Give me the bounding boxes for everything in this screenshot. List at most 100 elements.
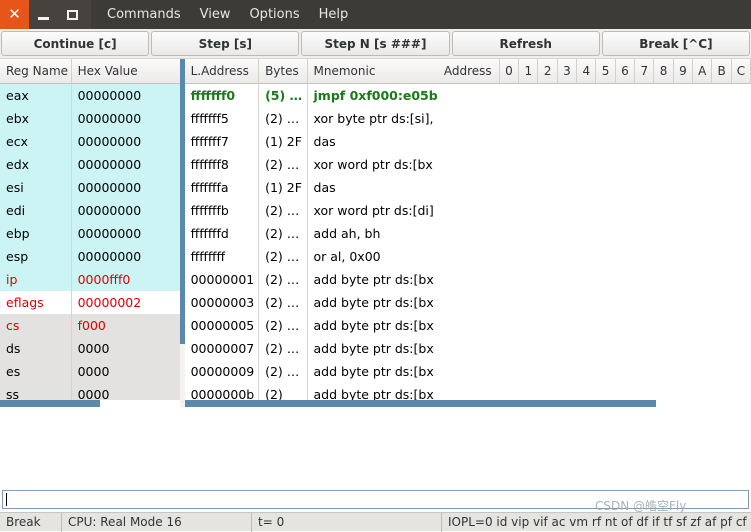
memory-header-col-1[interactable]: 1 (519, 59, 539, 83)
register-row[interactable]: ecx 00000000 (0, 130, 180, 153)
disassembly-bytes: (1) 2F (259, 176, 308, 199)
disassembly-row[interactable]: 00000001 (2) … add byte ptr ds:[bx (184, 268, 438, 291)
disassembly-hscrollbar[interactable] (184, 400, 438, 407)
disassembly-row[interactable]: fffffffd (2) … add ah, bh (184, 222, 438, 245)
disassembly-address: 00000001 (185, 268, 260, 291)
register-row[interactable]: ip 0000fff0 (0, 268, 180, 291)
disassembly-rows: fffffff0 (5) … jmpf 0xf000:e05b fffffff5 (2)… (184, 84, 438, 406)
registers-rows: eax 00000000 ebx 00000000 ecx 00000000 edx 0000… (0, 84, 180, 406)
disassembly-address: 00000003 (185, 291, 260, 314)
toolbar: Continue [c] Step [s] Step N [s ###] Ref… (0, 29, 751, 59)
disassembly-row[interactable]: 00000003 (2) … add byte ptr ds:[bx (184, 291, 438, 314)
memory-panel: Address 0 1 2 3 4 5 6 7 8 9 A B C (437, 59, 751, 407)
disassembly-mnemonic: xor word ptr ds:[bx (313, 157, 433, 172)
disassembly-bytes: (5) … (259, 84, 308, 107)
register-row[interactable]: esi 00000000 (0, 176, 180, 199)
register-row[interactable]: eax 00000000 (0, 84, 180, 107)
disassembly-address: 00000009 (185, 360, 260, 383)
register-row[interactable]: ebp 00000000 (0, 222, 180, 245)
disassembly-bytes: (2) … (259, 245, 308, 268)
memory-header-col-8[interactable]: 8 (654, 59, 674, 83)
disassembly-mnemonic: das (313, 180, 336, 195)
minimize-button[interactable] (29, 0, 58, 29)
register-name: ds (0, 337, 72, 360)
register-row[interactable]: ds 0000 (0, 337, 180, 360)
memory-header-col-B[interactable]: B (712, 59, 732, 83)
disassembly-bytes: (2) … (259, 337, 308, 360)
memory-header-col-C[interactable]: C (732, 59, 751, 83)
memory-header-col-4[interactable]: 4 (577, 59, 597, 83)
step-button[interactable]: Step [s] (151, 31, 300, 56)
register-row[interactable]: eflags 00000002 (0, 291, 180, 314)
register-value: 00000000 (77, 203, 142, 218)
disassembly-header-mnemonic[interactable]: Mnemonic (308, 59, 438, 83)
memory-header: Address 0 1 2 3 4 5 6 7 8 9 A B C (437, 59, 751, 84)
memory-header-col-5[interactable]: 5 (596, 59, 616, 83)
register-name: ecx (0, 130, 72, 153)
disassembly-header-laddress[interactable]: L.Address (185, 59, 260, 83)
continue-button[interactable]: Continue [c] (1, 31, 150, 56)
register-name: edi (0, 199, 72, 222)
disassembly-mnemonic: xor byte ptr ds:[si], (313, 111, 434, 126)
registers-hscrollbar[interactable] (0, 400, 180, 407)
disassembly-row[interactable]: ffffffff (2) … or al, 0x00 (184, 245, 438, 268)
refresh-button[interactable]: Refresh (451, 31, 600, 56)
disassembly-bytes: (1) 2F (259, 130, 308, 153)
close-button[interactable]: ✕ (0, 0, 29, 29)
register-value: 0000fff0 (77, 272, 131, 287)
disassembly-mnemonic: jmpf 0xf000:e05b (313, 88, 438, 103)
disassembly-address: ffffffff (185, 245, 260, 268)
register-row[interactable]: es 0000 (0, 360, 180, 383)
disassembly-row[interactable]: 00000005 (2) … add byte ptr ds:[bx (184, 314, 438, 337)
menu-item-help[interactable]: Help (317, 5, 351, 24)
memory-hscrollbar[interactable] (437, 400, 751, 407)
register-row[interactable]: esp 00000000 (0, 245, 180, 268)
register-name: es (0, 360, 72, 383)
maximize-button[interactable] (58, 0, 87, 29)
menu-item-options[interactable]: Options (247, 5, 301, 24)
disassembly-address: fffffff5 (185, 107, 260, 130)
disassembly-row[interactable]: fffffffb (2) … xor word ptr ds:[di] (184, 199, 438, 222)
command-input[interactable] (2, 490, 749, 509)
disassembly-address: fffffffa (185, 176, 260, 199)
disassembly-row[interactable]: 00000009 (2) … add byte ptr ds:[bx (184, 360, 438, 383)
register-name: edx (0, 153, 72, 176)
break-button[interactable]: Break [^C] (601, 31, 751, 56)
menu-item-commands[interactable]: Commands (105, 5, 183, 24)
disassembly-row[interactable]: fffffff7 (1) 2F das (184, 130, 438, 153)
register-name: cs (0, 314, 72, 337)
disassembly-address: fffffff7 (185, 130, 260, 153)
memory-header-col-3[interactable]: 3 (558, 59, 578, 83)
disassembly-bytes: (2) … (259, 222, 308, 245)
step-n-button[interactable]: Step N [s ###] (301, 31, 450, 56)
disassembly-header: L.Address Bytes Mnemonic (184, 59, 438, 84)
memory-header-col-9[interactable]: 9 (674, 59, 694, 83)
disassembly-mnemonic: xor word ptr ds:[di] (313, 203, 434, 218)
registers-header-reg-name[interactable]: Reg Name (0, 59, 72, 83)
memory-header-col-0[interactable]: 0 (500, 59, 520, 83)
register-row[interactable]: edi 00000000 (0, 199, 180, 222)
disassembly-address: fffffffb (185, 199, 260, 222)
register-value: 0000 (77, 364, 110, 379)
close-icon: ✕ (8, 5, 21, 23)
memory-header-col-6[interactable]: 6 (616, 59, 636, 83)
disassembly-row[interactable]: fffffff5 (2) … xor byte ptr ds:[si], (184, 107, 438, 130)
disassembly-header-bytes[interactable]: Bytes (259, 59, 308, 83)
disassembly-address: 00000005 (185, 314, 260, 337)
register-row[interactable]: edx 00000000 (0, 153, 180, 176)
memory-header-address[interactable]: Address (438, 59, 500, 83)
register-row[interactable]: cs f000 (0, 314, 180, 337)
register-row[interactable]: ebx 00000000 (0, 107, 180, 130)
memory-header-col-A[interactable]: A (693, 59, 713, 83)
status-bar: Break CPU: Real Mode 16 t= 0 IOPL=0 id v… (0, 512, 751, 532)
title-bar: ✕ Commands View Options Help (0, 0, 751, 29)
memory-header-col-7[interactable]: 7 (635, 59, 655, 83)
disassembly-row[interactable]: fffffffa (1) 2F das (184, 176, 438, 199)
disassembly-row[interactable]: 00000007 (2) … add byte ptr ds:[bx (184, 337, 438, 360)
disassembly-row[interactable]: fffffff8 (2) … xor word ptr ds:[bx (184, 153, 438, 176)
registers-header-hex-value[interactable]: Hex Value (72, 59, 180, 83)
output-area (0, 407, 751, 513)
menu-item-view[interactable]: View (198, 5, 233, 24)
disassembly-row[interactable]: fffffff0 (5) … jmpf 0xf000:e05b (184, 84, 438, 107)
memory-header-col-2[interactable]: 2 (538, 59, 558, 83)
